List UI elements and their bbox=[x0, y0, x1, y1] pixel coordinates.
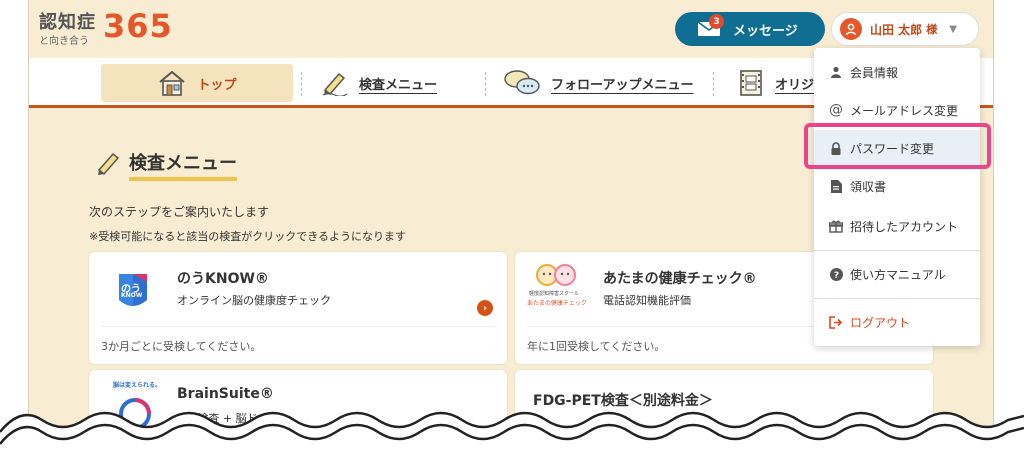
user-name: 山田 太郎 bbox=[870, 22, 923, 37]
nav-divider bbox=[301, 72, 302, 96]
brainsuite-logo-text: 脳は変えられる。 bbox=[113, 382, 162, 389]
document-icon bbox=[828, 179, 844, 193]
gift-icon bbox=[828, 220, 844, 233]
pencil-icon bbox=[95, 148, 123, 183]
section-title: 検査メニュー bbox=[95, 148, 237, 182]
nav-item-exam-menu-label: 検査メニュー bbox=[359, 77, 438, 93]
message-button[interactable]: 3 メッセージ bbox=[675, 12, 825, 46]
nav-item-followup-menu[interactable]: フォローアップメニュー bbox=[503, 64, 693, 102]
message-count-badge: 3 bbox=[709, 14, 724, 29]
message-button-label: メッセージ bbox=[733, 23, 798, 39]
exam-card-nouknow[interactable]: のう KNOW のうKNOW® オンライン脳の健康度チェック › 3か月ごとに受… bbox=[89, 252, 507, 364]
atama-check-logo: 軽度認知障害スクール あたまの健康チェック bbox=[527, 262, 587, 308]
atama-logo-text: あたまの健康チェック bbox=[527, 300, 587, 307]
menu-item-label: 使い方マニュアル bbox=[850, 267, 946, 282]
nav-item-top[interactable]: トップ bbox=[101, 64, 293, 102]
menu-item-invited-accounts[interactable]: 招待したアカウント bbox=[814, 208, 980, 244]
menu-item-label: 領収書 bbox=[850, 179, 887, 194]
logo-number: 365 bbox=[103, 7, 173, 45]
user-menu-button[interactable]: 山田 太郎 様 ▼ bbox=[831, 12, 979, 46]
svg-text:?: ? bbox=[833, 271, 838, 281]
menu-item-label: 招待したアカウント bbox=[850, 219, 959, 234]
card-subtitle: 電話認知機能評価 bbox=[603, 294, 691, 307]
user-honorific: 様 bbox=[926, 23, 938, 36]
intro-note: ※受検可能になると該当の検査がクリックできるようになります bbox=[89, 230, 406, 243]
at-icon: @ bbox=[829, 102, 843, 118]
logo-main-text: 認知症 bbox=[39, 12, 96, 33]
atama-logo-small-text: 軽度認知障害スクール bbox=[529, 291, 580, 297]
card-footer: 3か月ごとに受検してください。 bbox=[101, 326, 495, 364]
pencil-icon bbox=[321, 70, 349, 96]
site-logo[interactable]: 認知症 と向き合う 365 bbox=[39, 8, 179, 48]
logout-icon bbox=[828, 315, 844, 329]
arrow-right-icon[interactable]: › bbox=[477, 300, 493, 316]
envelope-icon: 3 bbox=[697, 14, 724, 37]
menu-divider bbox=[814, 298, 980, 299]
user-dropdown-menu: 会員情報 @ メールアドレス変更 パスワード変更 領収書 招待したアカウント ?… bbox=[814, 48, 980, 346]
card-title: のうKNOW® bbox=[177, 271, 269, 287]
nav-item-top-label: トップ bbox=[197, 77, 237, 93]
menu-item-receipts[interactable]: 領収書 bbox=[814, 168, 980, 204]
nav-item-exam-menu[interactable]: 検査メニュー bbox=[321, 64, 437, 102]
menu-divider bbox=[814, 250, 980, 251]
card-title: あたまの健康チェック® bbox=[603, 271, 757, 287]
menu-item-member-info[interactable]: 会員情報 bbox=[814, 54, 980, 90]
intro-text: 次のステップをご案内いたします bbox=[89, 205, 270, 219]
speech-bubbles-icon bbox=[503, 68, 541, 98]
avatar bbox=[840, 18, 862, 40]
chevron-down-icon: ▼ bbox=[949, 23, 957, 35]
menu-item-label: メールアドレス変更 bbox=[850, 103, 959, 118]
logo-sub-text: と向き合う bbox=[39, 36, 89, 47]
menu-item-manual[interactable]: ? 使い方マニュアル bbox=[814, 256, 980, 292]
person-icon bbox=[828, 66, 844, 78]
nav-item-followup-menu-label: フォローアップメニュー bbox=[551, 77, 694, 93]
highlight-frame bbox=[804, 123, 991, 169]
menu-item-label: 会員情報 bbox=[850, 65, 899, 80]
house-icon bbox=[157, 69, 187, 97]
nav-divider bbox=[485, 72, 486, 96]
section-title-text: 検査メニュー bbox=[129, 149, 237, 181]
question-icon: ? bbox=[828, 267, 844, 281]
page-frame: 認知症 と向き合う 365 3 メッセージ 山田 太郎 様 ▼ トップ 検査メニ… bbox=[28, 0, 994, 452]
nouknow-logo: のう KNOW bbox=[113, 270, 153, 314]
nav-item-original-label: オリジ bbox=[775, 77, 815, 93]
nav-divider bbox=[713, 72, 714, 96]
nouknow-logo-subtext: KNOW bbox=[121, 292, 143, 299]
menu-item-logout[interactable]: ログアウト bbox=[814, 304, 980, 340]
card-subtitle: オンライン脳の健康度チェック bbox=[177, 294, 331, 307]
nav-item-original[interactable]: オリジ bbox=[737, 64, 814, 102]
torn-edge-decoration bbox=[0, 411, 1024, 452]
menu-item-label: ログアウト bbox=[850, 315, 911, 330]
film-icon bbox=[737, 69, 765, 97]
